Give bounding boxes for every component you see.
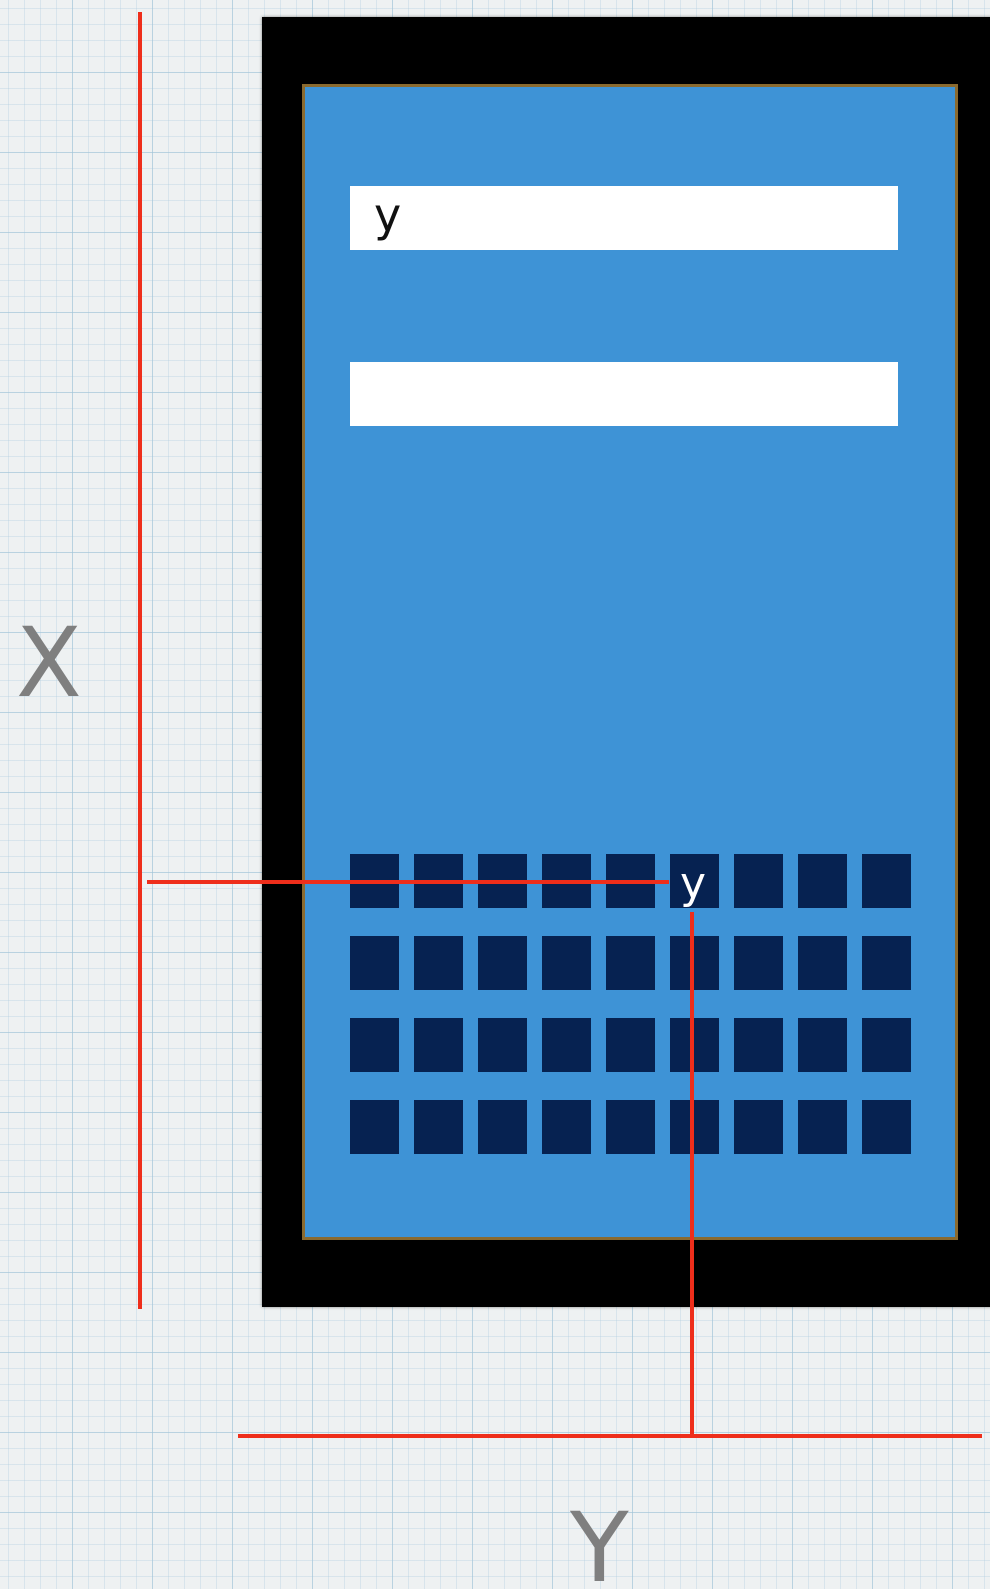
input-field-2[interactable] [350, 362, 898, 426]
key-r4-c6[interactable] [670, 1100, 719, 1154]
key-r2-c7[interactable] [734, 936, 783, 990]
vertical-marker-line [690, 912, 694, 1438]
key-r2-c5[interactable] [606, 936, 655, 990]
input-field-1[interactable]: y [350, 186, 898, 250]
key-r3-c6[interactable] [670, 1018, 719, 1072]
key-r1-c7[interactable] [734, 854, 783, 908]
key-r4-c5[interactable] [606, 1100, 655, 1154]
key-r4-c1[interactable] [350, 1100, 399, 1154]
marker-label: y [680, 858, 707, 909]
key-r3-c5[interactable] [606, 1018, 655, 1072]
y-axis-line [238, 1434, 982, 1438]
input-field-1-text: y [374, 188, 402, 242]
key-r4-c8[interactable] [798, 1100, 847, 1154]
key-r2-c9[interactable] [862, 936, 911, 990]
key-r1-c8[interactable] [798, 854, 847, 908]
key-r2-c4[interactable] [542, 936, 591, 990]
key-r3-c8[interactable] [798, 1018, 847, 1072]
x-axis-line [138, 12, 142, 1309]
key-r3-c1[interactable] [350, 1018, 399, 1072]
y-axis-label: Y [570, 1492, 629, 1589]
key-r4-c2[interactable] [414, 1100, 463, 1154]
horizontal-marker-line [147, 880, 669, 884]
key-r4-c4[interactable] [542, 1100, 591, 1154]
key-r4-c9[interactable] [862, 1100, 911, 1154]
key-r1-c9[interactable] [862, 854, 911, 908]
key-r2-c2[interactable] [414, 936, 463, 990]
key-r4-c3[interactable] [478, 1100, 527, 1154]
key-r4-c7[interactable] [734, 1100, 783, 1154]
key-r3-c4[interactable] [542, 1018, 591, 1072]
key-r2-c1[interactable] [350, 936, 399, 990]
key-r2-c8[interactable] [798, 936, 847, 990]
key-r2-c6[interactable] [670, 936, 719, 990]
x-axis-label: X [16, 607, 82, 719]
key-r3-c3[interactable] [478, 1018, 527, 1072]
key-r3-c7[interactable] [734, 1018, 783, 1072]
key-r3-c9[interactable] [862, 1018, 911, 1072]
key-r2-c3[interactable] [478, 936, 527, 990]
key-r3-c2[interactable] [414, 1018, 463, 1072]
